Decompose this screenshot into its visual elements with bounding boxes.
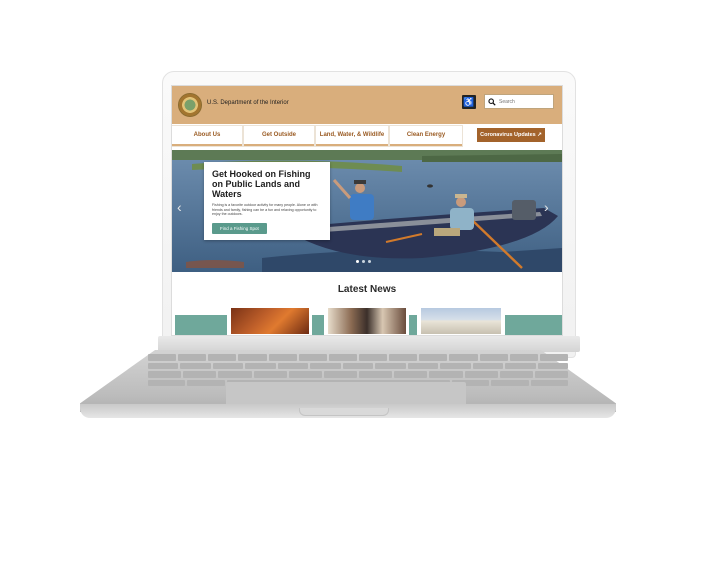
search-input[interactable] <box>499 98 553 105</box>
hero-carousel: Get Hooked on Fishing on Public Lands an… <box>172 150 562 272</box>
carousel-indicators <box>356 260 371 263</box>
news-card-band <box>505 315 562 335</box>
hero-card: Get Hooked on Fishing on Public Lands an… <box>204 162 330 240</box>
laptop-notch <box>299 408 389 416</box>
news-image-building[interactable] <box>420 307 502 335</box>
hero-title: Get Hooked on Fishing on Public Lands an… <box>212 169 311 199</box>
news-card-band <box>312 315 324 335</box>
carousel-dot-3[interactable] <box>368 260 371 263</box>
nav-land-water-wildlife[interactable]: Land, Water, & Wildlife <box>316 126 388 146</box>
agency-name[interactable]: U.S. Department of the Interior <box>207 100 289 106</box>
coronavirus-updates-label: Coronavirus Updates <box>480 132 536 138</box>
search-icon[interactable] <box>488 97 496 107</box>
news-image-meeting[interactable] <box>327 307 407 335</box>
find-fishing-spot-button[interactable]: Find a Fishing Spot <box>212 222 267 234</box>
nav-get-outside[interactable]: Get Outside <box>244 126 314 146</box>
external-link-icon: ↗ <box>537 132 542 138</box>
department-seal-logo[interactable] <box>178 93 202 117</box>
carousel-next-chevron-icon[interactable]: › <box>544 200 549 214</box>
laptop-hinge <box>158 336 580 352</box>
nav-about-us[interactable]: About Us <box>172 126 242 146</box>
hero-description: Fishing is a favorite outdoor activity f… <box>212 203 318 217</box>
coronavirus-updates-button[interactable]: Coronavirus Updates ↗ <box>477 128 545 142</box>
wheelchair-icon[interactable]: ♿ <box>462 95 476 109</box>
news-card-band <box>409 315 417 335</box>
news-image-wildfire[interactable] <box>230 307 310 335</box>
search-box[interactable] <box>484 94 554 109</box>
site-header: U.S. Department of the Interior ♿ <box>172 86 562 124</box>
carousel-prev-chevron-icon[interactable]: ‹ <box>177 200 182 214</box>
carousel-dot-1[interactable] <box>356 260 359 263</box>
laptop-screen: U.S. Department of the Interior ♿ About … <box>172 86 562 335</box>
carousel-dot-2[interactable] <box>362 260 365 263</box>
latest-news-heading: Latest News <box>337 284 397 295</box>
main-nav: About Us Get Outside Land, Water, & Wild… <box>172 124 562 150</box>
nav-clean-energy[interactable]: Clean Energy <box>390 126 462 146</box>
news-card-band <box>175 315 227 335</box>
